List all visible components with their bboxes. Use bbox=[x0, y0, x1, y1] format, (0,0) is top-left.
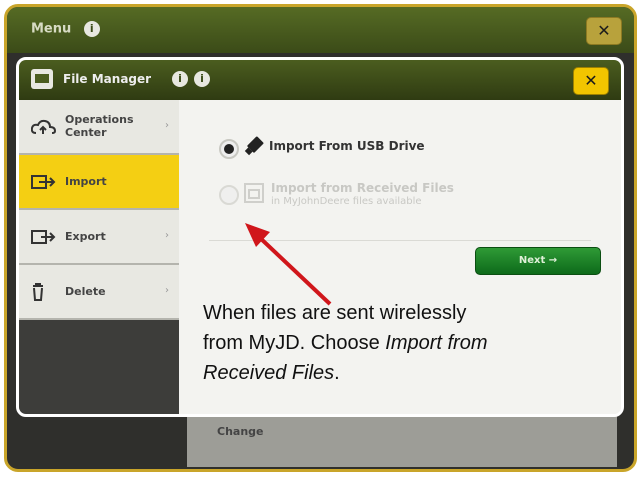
annotation-line-3-suffix: . bbox=[334, 362, 340, 384]
annotation-arrow bbox=[245, 223, 332, 306]
annotation-line-3-italic: Received Files bbox=[203, 362, 335, 384]
annotation-line-2-italic: Import from bbox=[385, 332, 488, 354]
annotation-callout: When files are sent wirelessly from MyJD… bbox=[203, 298, 603, 388]
annotation-line-3: Received Files. bbox=[203, 358, 603, 388]
annotation-line-2-prefix: from MyJD. Choose bbox=[203, 332, 386, 354]
annotation-line-1: When files are sent wirelessly bbox=[203, 302, 467, 324]
annotation-line-2: from MyJD. Choose Import from bbox=[203, 328, 603, 358]
